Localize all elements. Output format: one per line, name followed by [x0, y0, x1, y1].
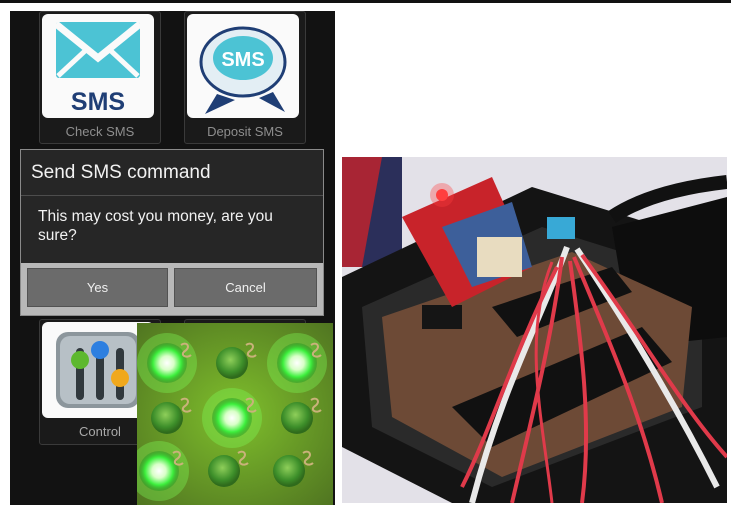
yes-button[interactable]: Yes [27, 268, 168, 307]
led-off [216, 347, 248, 379]
dialog-button-bar: Yes Cancel [21, 263, 323, 315]
led-on [139, 451, 179, 491]
circuit-board-photo [342, 157, 727, 503]
app-check-sms[interactable]: SMS Check SMS [39, 11, 161, 144]
led-on [212, 398, 252, 438]
sms-bubble-text: SMS [221, 49, 264, 71]
sms-icon-text: SMS [71, 88, 125, 116]
sms-speech-bubble-icon: SMS [187, 14, 299, 118]
dialog-message: This may cost you money, are you sure? [38, 208, 273, 244]
phone-screenshot: SMS Check SMS SMS Deposit SMS Control Se… [10, 11, 335, 505]
cancel-button[interactable]: Cancel [174, 268, 317, 307]
sms-envelope-icon: SMS [42, 14, 154, 118]
led-on [277, 343, 317, 383]
dialog-title: Send SMS command [31, 162, 211, 183]
send-sms-dialog: Send SMS command This may cost you money… [20, 149, 324, 316]
led-off [273, 455, 305, 487]
led-off [208, 455, 240, 487]
led-off [281, 402, 313, 434]
led-off [151, 402, 183, 434]
dialog-divider [21, 195, 323, 196]
app-deposit-sms[interactable]: SMS Deposit SMS [184, 11, 306, 144]
app-label-check-sms: Check SMS [65, 124, 135, 139]
led-matrix-photo [137, 323, 333, 505]
app-label-deposit-sms: Deposit SMS [207, 124, 283, 139]
led-on [147, 343, 187, 383]
top-rule [0, 0, 731, 3]
